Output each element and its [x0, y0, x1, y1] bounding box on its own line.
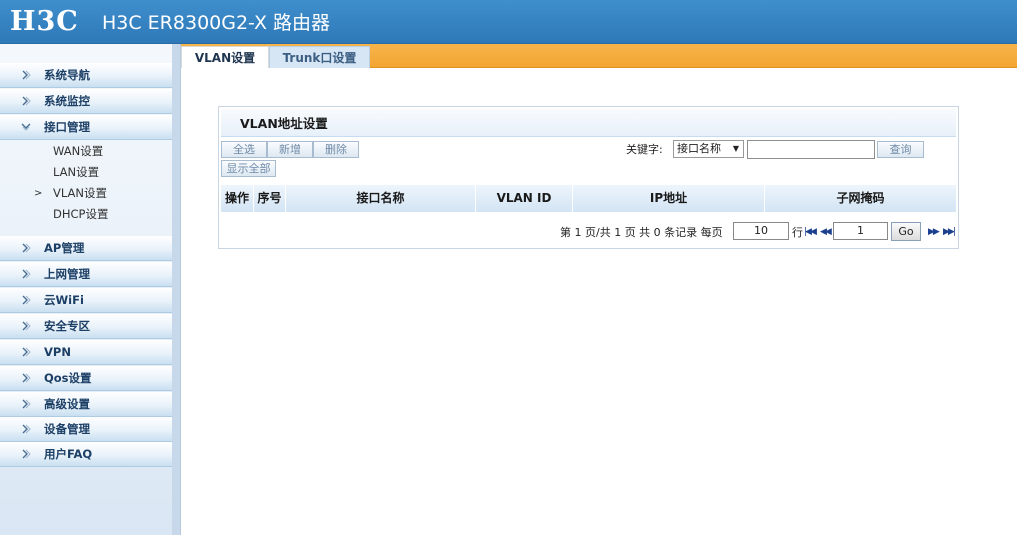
- expand-arrow-icon: [22, 399, 31, 409]
- column-header-action: 操作: [221, 185, 254, 212]
- expand-arrow-icon: [22, 269, 31, 279]
- last-page-icon[interactable]: ▶▶|: [943, 226, 956, 238]
- add-button[interactable]: 新增: [267, 141, 313, 158]
- panel-title: VLAN地址设置: [240, 116, 328, 131]
- collapse-arrow-icon: [21, 123, 31, 131]
- tab-vlan-settings[interactable]: VLAN设置: [181, 46, 269, 68]
- next-page-icon[interactable]: ▶▶: [928, 226, 940, 238]
- column-header-interface-name: 接口名称: [286, 185, 476, 212]
- select-all-button[interactable]: 全选: [221, 141, 267, 158]
- sidebar-item-device-mgmt[interactable]: 设备管理: [0, 417, 172, 442]
- pagination-summary: 第 1 页/共 1 页 共 0 条记录 每页: [560, 226, 723, 239]
- sidebar-item-qos[interactable]: Qos设置: [0, 366, 172, 391]
- rows-suffix-label: 行: [792, 226, 803, 239]
- sidebar-item-label: 云WiFi: [44, 293, 84, 307]
- dropdown-caret-icon: ▼: [732, 144, 739, 153]
- keyword-field-value: 接口名称: [677, 142, 721, 155]
- sidebar-subitem-label: DHCP设置: [53, 207, 109, 221]
- sidebar-item-label: VPN: [44, 345, 71, 359]
- sidebar-item-label: 安全专区: [44, 319, 90, 333]
- h3c-logo: H3C: [10, 6, 79, 37]
- sidebar-item-label: 上网管理: [44, 267, 90, 281]
- sidebar-item-ap-mgmt[interactable]: AP管理: [0, 236, 172, 261]
- selected-marker-icon: >: [34, 188, 43, 199]
- sidebar-subitem-dhcp[interactable]: DHCP设置: [0, 204, 172, 225]
- sidebar-item-advanced[interactable]: 高级设置: [0, 392, 172, 417]
- column-header-subnet-mask: 子网掩码: [765, 185, 956, 212]
- expand-arrow-icon: [22, 347, 31, 357]
- expand-arrow-icon: [22, 449, 31, 459]
- keyword-search-input[interactable]: [747, 140, 875, 159]
- sidebar: 系统导航 系统监控 接口管理 WAN设置 LAN设置 > VLAN设置 DHCP…: [0, 44, 181, 535]
- keyword-field-select[interactable]: 接口名称 ▼: [673, 140, 744, 158]
- sidebar-item-label: 系统导航: [44, 68, 90, 82]
- sidebar-item-label: 设备管理: [44, 422, 90, 436]
- first-page-icon[interactable]: |◀◀: [804, 226, 817, 238]
- sidebar-item-internet-mgmt[interactable]: 上网管理: [0, 262, 172, 287]
- sidebar-item-label: 高级设置: [44, 397, 90, 411]
- app-header: H3C H3C ER8300G2-X 路由器: [0, 0, 1017, 44]
- query-button[interactable]: 查询: [877, 141, 924, 158]
- page-number-input[interactable]: 1: [833, 222, 888, 240]
- expand-arrow-icon: [22, 70, 31, 80]
- sidebar-item-cloud-wifi[interactable]: 云WiFi: [0, 288, 172, 313]
- panel-title-bar: VLAN地址设置: [221, 109, 956, 137]
- expand-arrow-icon: [22, 373, 31, 383]
- go-button[interactable]: Go: [891, 222, 921, 241]
- sidebar-subitem-label: VLAN设置: [53, 186, 108, 200]
- expand-arrow-icon: [22, 424, 31, 434]
- sidebar-item-label: AP管理: [44, 241, 85, 255]
- expand-arrow-icon: [22, 96, 31, 106]
- column-header-vlan-id: VLAN ID: [476, 185, 573, 212]
- app-title: H3C ER8300G2-X 路由器: [102, 12, 331, 34]
- sidebar-item-user-faq[interactable]: 用户FAQ: [0, 442, 172, 467]
- sidebar-item-system-monitor[interactable]: 系统监控: [0, 89, 172, 114]
- tab-trunk-settings[interactable]: Trunk口设置: [269, 46, 370, 68]
- sidebar-item-interface-mgmt[interactable]: 接口管理: [0, 115, 172, 140]
- delete-button[interactable]: 删除: [313, 141, 359, 158]
- sidebar-subitem-vlan[interactable]: > VLAN设置: [0, 183, 172, 204]
- sidebar-strip: [172, 44, 180, 535]
- column-header-ip-address: IP地址: [573, 185, 765, 212]
- vlan-address-panel: VLAN地址设置 全选 新增 删除 显示全部 关键字: 接口名称 ▼ 查询 操作…: [218, 106, 959, 249]
- sidebar-subitem-wan[interactable]: WAN设置: [0, 141, 172, 162]
- expand-arrow-icon: [22, 295, 31, 305]
- show-all-button[interactable]: 显示全部: [221, 160, 276, 177]
- column-header-index: 序号: [254, 185, 286, 212]
- sidebar-item-label: 用户FAQ: [44, 447, 93, 461]
- sidebar-item-label: 接口管理: [44, 120, 90, 134]
- tab-bar: VLAN设置 Trunk口设置: [181, 44, 1017, 68]
- sidebar-item-label: 系统监控: [44, 94, 90, 108]
- sidebar-subitem-label: WAN设置: [53, 144, 104, 158]
- rows-per-page-input[interactable]: 10: [733, 222, 789, 240]
- keyword-label: 关键字:: [626, 143, 663, 156]
- prev-page-icon[interactable]: ◀◀: [820, 226, 832, 238]
- sidebar-subitem-lan[interactable]: LAN设置: [0, 162, 172, 183]
- sidebar-item-vpn[interactable]: VPN: [0, 340, 172, 365]
- sidebar-item-system-nav[interactable]: 系统导航: [0, 63, 172, 88]
- sidebar-item-security[interactable]: 安全专区: [0, 314, 172, 339]
- table-header: 操作 序号 接口名称 VLAN ID IP地址 子网掩码: [221, 185, 956, 212]
- sidebar-subitem-label: LAN设置: [53, 165, 100, 179]
- sidebar-item-label: Qos设置: [44, 371, 92, 385]
- expand-arrow-icon: [22, 321, 31, 331]
- expand-arrow-icon: [22, 243, 31, 253]
